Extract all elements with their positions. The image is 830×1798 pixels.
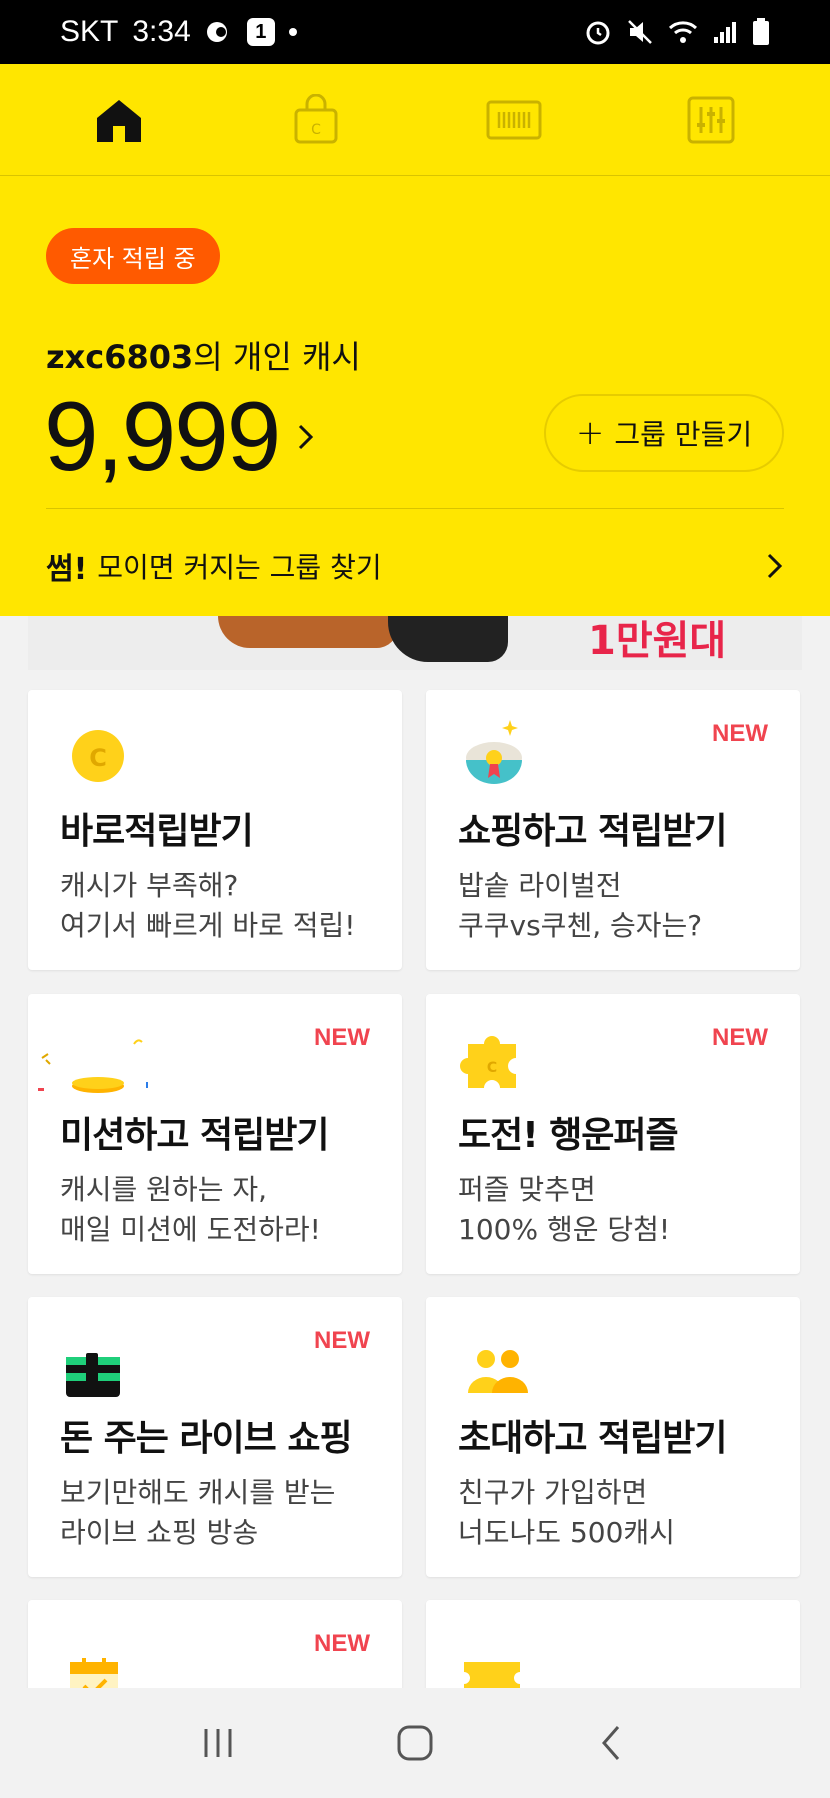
home-button[interactable] — [375, 1703, 455, 1783]
card-title: 도전! 행운퍼즐 — [458, 1115, 679, 1156]
nav-shop[interactable]: C — [271, 75, 361, 165]
new-badge: NEW — [314, 1024, 370, 1051]
boot-image — [388, 616, 508, 662]
find-group-label: 모이면 커지는 그룹 찾기 — [97, 551, 382, 584]
loafer-image — [218, 616, 398, 648]
card-invite-reward[interactable]: 초대하고 적립받기 친구가 가입하면 너도나도 500캐시 — [426, 1297, 800, 1577]
card-instant-reward[interactable]: C 바로적립받기 캐시가 부족해? 여기서 빠르게 바로 적립! — [28, 690, 402, 970]
more-notifications-dot — [288, 28, 297, 36]
card-description: 캐시가 부족해? 여기서 빠르게 바로 적립! — [60, 869, 356, 942]
card-lucky-puzzle[interactable]: NEW C 도전! 행운퍼즐 퍼즐 맞추면 100% 행운 당첨! — [426, 994, 800, 1274]
clock: 3:34 — [132, 15, 191, 48]
app-notification-icon — [205, 18, 233, 46]
create-group-button[interactable]: + 그룹 만들기 — [544, 394, 784, 472]
card-title: 초대하고 적립받기 — [458, 1418, 727, 1459]
username: zxc6803 — [46, 338, 194, 376]
settings-sliders-icon — [687, 96, 735, 143]
chevron-right-icon — [299, 424, 314, 449]
plus-icon: + — [575, 413, 605, 453]
rice-bowl-icon — [466, 720, 522, 784]
system-nav-bar — [0, 1688, 830, 1798]
cash-owner-label: zxc6803의 개인 캐시 — [46, 332, 361, 378]
card-title: 쇼핑하고 적립받기 — [458, 811, 727, 852]
card-live-shopping[interactable]: NEW 돈 주는 라이브 쇼핑 보기만해도 캐시를 받는 라이브 쇼핑 방송 — [28, 1297, 402, 1577]
notification-count-badge: 1 — [246, 18, 275, 46]
nav-home[interactable] — [74, 75, 164, 165]
new-badge: NEW — [314, 1327, 370, 1354]
people-icon — [468, 1350, 528, 1393]
cash-header: C 혼자 적립 중 zxc6803의 개인 캐시 9,999 + 그룹 만들기 … — [0, 64, 830, 616]
chevron-right-icon — [767, 553, 783, 579]
wifi-icon — [668, 19, 698, 45]
back-button[interactable] — [572, 1703, 652, 1783]
confetti-coin-icon — [38, 1039, 148, 1093]
find-group-prefix: 썸! — [46, 552, 88, 587]
carrier-label: SKT — [60, 15, 119, 48]
coin-icon: C — [72, 730, 124, 782]
banner-text: 1만원대 — [588, 618, 727, 664]
shopping-bag-icon: C — [294, 93, 338, 143]
cash-amount: 9,999 — [44, 381, 281, 491]
puzzle-icon: C — [460, 1036, 516, 1088]
alarm-icon — [584, 18, 612, 46]
barcode-icon — [486, 100, 542, 139]
new-badge: NEW — [712, 720, 768, 747]
recent-apps-icon — [204, 1729, 232, 1757]
card-title: 바로적립받기 — [60, 811, 254, 852]
nav-barcode[interactable] — [469, 75, 559, 165]
promo-banner[interactable]: 1만원대 — [28, 616, 802, 670]
card-description: 캐시를 원하는 자, 매일 미션에 도전하라! — [60, 1173, 321, 1246]
card-shopping-reward[interactable]: NEW 쇼핑하고 적립받기 밥솥 라이벌전 쿠쿠vs쿠첸, 승자는? — [426, 690, 800, 970]
battery-icon — [752, 18, 770, 46]
create-group-label: 그룹 만들기 — [614, 418, 753, 451]
svg-text:C: C — [89, 744, 107, 772]
new-badge: NEW — [712, 1024, 768, 1051]
svg-text:C: C — [311, 122, 321, 138]
card-description: 퍼즐 맞추면 100% 행운 당첨! — [458, 1173, 671, 1246]
home-circle-icon — [397, 1725, 433, 1761]
mute-icon — [626, 18, 654, 46]
saving-status-badge: 혼자 적립 중 — [46, 228, 220, 284]
card-title: 돈 주는 라이브 쇼핑 — [60, 1418, 353, 1459]
top-nav: C — [0, 64, 830, 176]
cash-label-suffix: 의 개인 캐시 — [193, 338, 361, 376]
recent-apps-button[interactable] — [178, 1703, 258, 1783]
new-badge: NEW — [314, 1630, 370, 1657]
card-description: 친구가 가입하면 너도나도 500캐시 — [458, 1476, 675, 1549]
cash-amount-link[interactable]: 9,999 — [44, 380, 315, 493]
find-group-link[interactable]: 썸! 모이면 커지는 그룹 찾기 — [46, 536, 784, 596]
back-icon — [601, 1726, 619, 1760]
home-icon — [96, 99, 141, 142]
card-title: 미션하고 적립받기 — [60, 1115, 329, 1156]
signal-icon — [712, 19, 738, 45]
nav-settings[interactable] — [666, 75, 756, 165]
card-description: 밥솥 라이벌전 쿠쿠vs쿠첸, 승자는? — [458, 869, 703, 942]
money-stack-icon — [66, 1353, 120, 1397]
card-description: 보기만해도 캐시를 받는 라이브 쇼핑 방송 — [60, 1476, 336, 1549]
header-divider — [46, 508, 784, 509]
status-bar: SKT 3:34 1 — [0, 0, 830, 64]
card-mission-reward[interactable]: NEW 미션하고 적립받기 캐시를 원하는 자, 매일 미션에 도전하라! — [28, 994, 402, 1274]
svg-text:C: C — [487, 1060, 497, 1076]
